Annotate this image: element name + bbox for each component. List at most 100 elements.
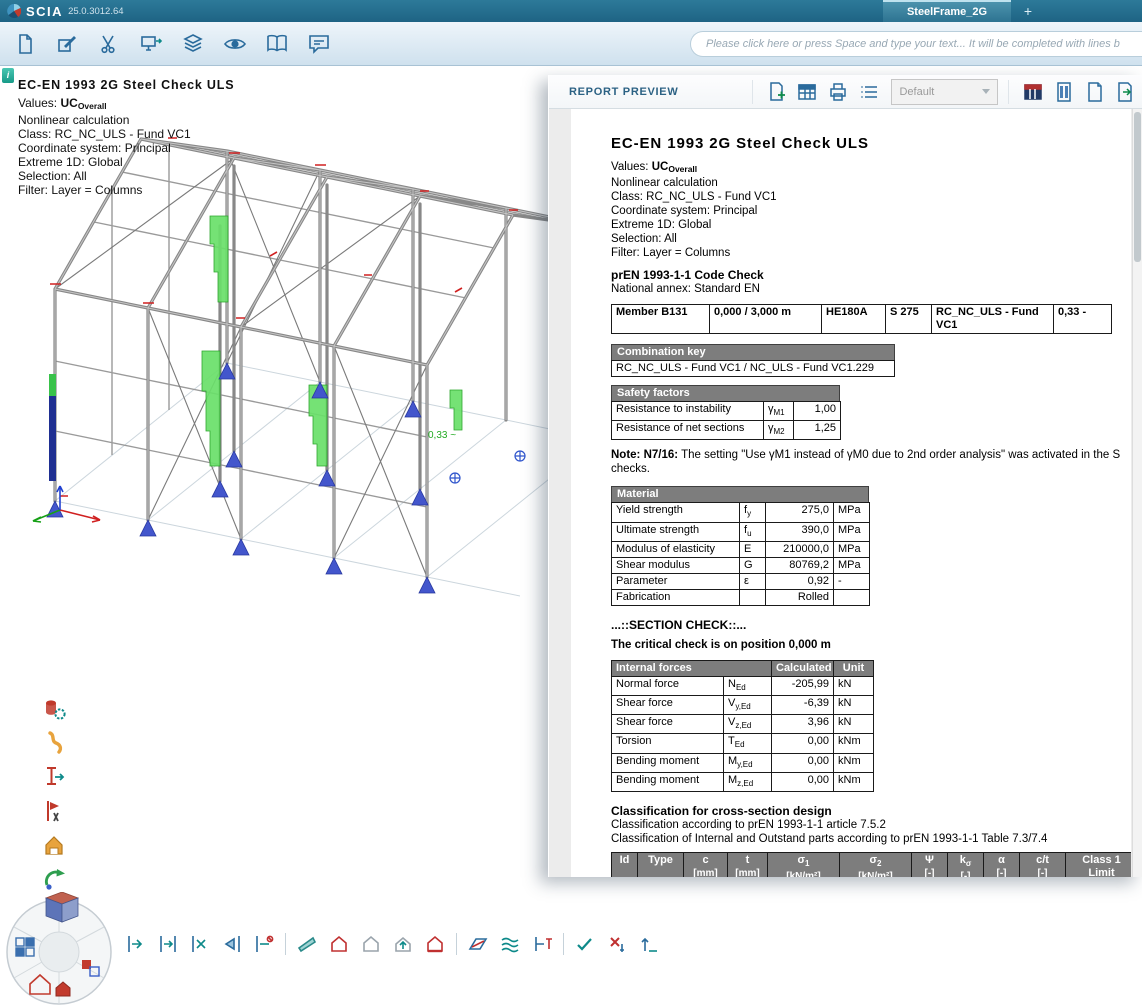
text-line: Nonlinear calculation xyxy=(18,113,234,127)
navigation-wheel[interactable] xyxy=(2,892,116,1006)
section-check-button[interactable] xyxy=(40,764,67,790)
3d-model-view[interactable]: 0,33 ~ xyxy=(0,66,548,1008)
page-preview-button[interactable] xyxy=(1081,78,1109,106)
table-row: Resistance to instabilityγM11,00 xyxy=(612,402,841,421)
table-row: TorsionTEd0,00kNm xyxy=(612,734,874,753)
steel-check-button[interactable] xyxy=(40,832,67,858)
classification-lines: Classification according to prEN 1993-1-… xyxy=(611,818,1131,846)
frame-open-icon xyxy=(423,932,447,956)
project-tab[interactable]: SteelFrame_2G xyxy=(883,0,1011,22)
beam-label-icon xyxy=(530,932,554,956)
safety-factors-block: Safety factors Resistance to instability… xyxy=(611,385,1131,440)
table-row: Normal forceNEd-205,99kN xyxy=(612,676,874,695)
align-level-button[interactable] xyxy=(635,930,663,958)
view-cube-icon[interactable] xyxy=(46,892,78,922)
frame-lift-button[interactable] xyxy=(389,930,417,958)
header-divider xyxy=(1008,80,1009,104)
new-tab-button[interactable]: + xyxy=(1017,1,1039,21)
print-button[interactable] xyxy=(824,78,852,106)
search-input[interactable] xyxy=(690,31,1142,57)
text-line: Nonlinear calculation xyxy=(611,176,1131,190)
if-header-label: Internal forces xyxy=(612,660,772,676)
cut-button[interactable] xyxy=(92,27,126,61)
secondary-members xyxy=(55,143,548,507)
insert-table-button[interactable] xyxy=(793,78,821,106)
release-cross-button[interactable] xyxy=(186,930,214,958)
results-icon xyxy=(41,696,67,722)
text-line: Filter: Layer = Columns xyxy=(611,246,1131,260)
combination-key-block: Combination key RC_NC_ULS - Fund VC1 / N… xyxy=(611,344,895,377)
page-export-button[interactable] xyxy=(1111,78,1139,106)
chevron-down-icon xyxy=(982,89,990,94)
new-document-button[interactable] xyxy=(8,27,42,61)
note-block: Note: N7/16: The setting "Use γM1 instea… xyxy=(611,448,1131,476)
text-line: Selection: All xyxy=(611,232,1131,246)
toolbar-divider xyxy=(285,933,286,955)
delete-node-button[interactable] xyxy=(603,930,631,958)
report-document: EC-EN 1993 2G Steel Check ULS Values: UC… xyxy=(571,109,1131,877)
member-number-button[interactable] xyxy=(250,930,278,958)
report-link-button[interactable] xyxy=(40,866,67,892)
wedge-button[interactable] xyxy=(293,930,321,958)
release-ends-button[interactable] xyxy=(154,930,182,958)
note-text-2: checks. xyxy=(611,462,1131,476)
check-button[interactable] xyxy=(571,930,599,958)
list-button[interactable] xyxy=(855,78,883,106)
comment-button[interactable] xyxy=(302,27,336,61)
table-icon xyxy=(796,81,818,103)
scrollbar-thumb[interactable] xyxy=(1134,112,1141,262)
app-version: 25.0.3012.64 xyxy=(68,6,123,17)
report-header: REPORT PREVIEW xyxy=(549,75,1142,109)
layers-button[interactable] xyxy=(176,27,210,61)
release-ends-icon xyxy=(156,932,180,956)
text-line: Filter: Layer = Columns xyxy=(18,183,234,197)
overlay-title: EC-EN 1993 2G Steel Check ULS xyxy=(18,77,234,93)
member-number-icon xyxy=(252,932,276,956)
info-badge[interactable]: i xyxy=(2,68,14,83)
section-check-icon xyxy=(41,764,67,790)
layout-select[interactable]: Default xyxy=(891,79,998,105)
add-report-item-button[interactable] xyxy=(763,78,791,106)
member-summary-table: Member B1310,000 / 3,000 mHE180AS 275RC_… xyxy=(611,304,1112,334)
text-line: Class: RC_NC_ULS - Fund VC1 xyxy=(611,190,1131,204)
app-name: SCIA xyxy=(26,4,63,19)
report-panel-title: REPORT PREVIEW xyxy=(569,86,752,98)
release-start-button[interactable] xyxy=(122,930,150,958)
stability-button[interactable] xyxy=(40,798,67,824)
section-check-heading: ...::SECTION CHECK::... xyxy=(611,618,1131,632)
edit-button[interactable] xyxy=(50,27,84,61)
main-toolbar xyxy=(0,22,1142,66)
overlay-values-line: Values: UCOverall xyxy=(18,96,234,113)
deformation-icon xyxy=(41,730,67,756)
table-row: Member B1310,000 / 3,000 mHE180AS 275RC_… xyxy=(612,305,1112,334)
ground-grid xyxy=(55,363,548,596)
delete-node-icon xyxy=(605,932,629,956)
layers-stack-button[interactable] xyxy=(496,930,524,958)
results-button[interactable] xyxy=(40,696,67,722)
frame-red-button[interactable] xyxy=(325,930,353,958)
wedge-icon xyxy=(295,932,319,956)
visibility-button[interactable] xyxy=(218,27,252,61)
stability-icon xyxy=(41,798,67,824)
table-design-button[interactable] xyxy=(1019,78,1047,106)
table-design-icon xyxy=(1022,81,1044,103)
material-block: Material Yield strengthfy275,0MPaUltimat… xyxy=(611,486,1131,605)
plane-section-button[interactable] xyxy=(464,930,492,958)
beam-label-button[interactable] xyxy=(528,930,556,958)
frame-open-button[interactable] xyxy=(421,930,449,958)
frame-gray-button[interactable] xyxy=(357,930,385,958)
result-bar-green xyxy=(49,374,56,396)
hinge-icon xyxy=(220,932,244,956)
classification-table: IdTypec[mm]t[mm]σ1[kN/m²]σ2[kN/m²]Ψ[-]kσ… xyxy=(611,852,1131,877)
frame-lift-icon xyxy=(391,932,415,956)
text-line: Extreme 1D: Global xyxy=(611,218,1131,232)
report-scrollbar[interactable] xyxy=(1132,109,1142,877)
edit-icon xyxy=(55,32,79,56)
page-columns-icon xyxy=(1053,81,1075,103)
page-columns-button[interactable] xyxy=(1050,78,1078,106)
deformation-button[interactable] xyxy=(40,730,67,756)
hinge-button[interactable] xyxy=(218,930,246,958)
text-line: Classification of Internal and Outstand … xyxy=(611,832,1131,846)
library-button[interactable] xyxy=(260,27,294,61)
share-view-button[interactable] xyxy=(134,27,168,61)
